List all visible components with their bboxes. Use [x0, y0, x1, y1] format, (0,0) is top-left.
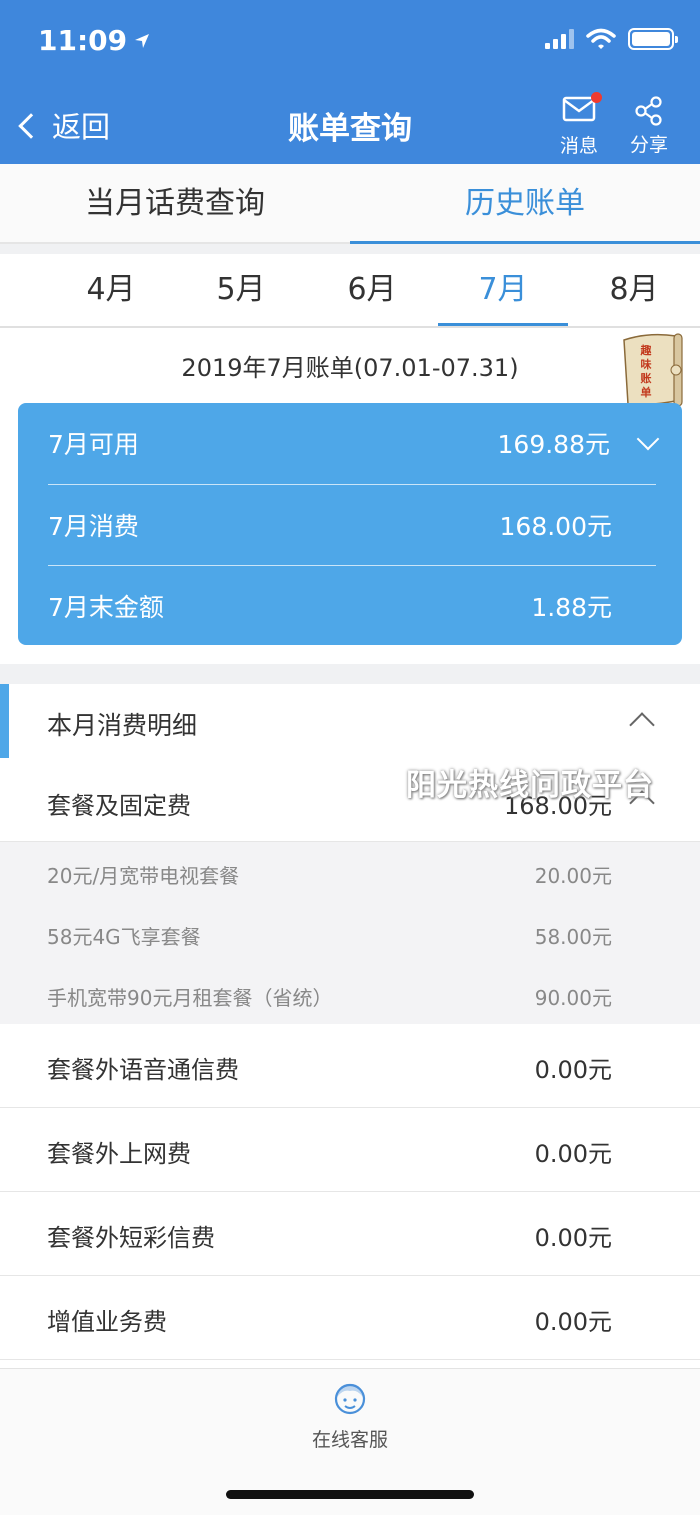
location-arrow-icon: [135, 33, 150, 48]
summary-label: 7月末金额: [48, 592, 164, 622]
tab-current-month[interactable]: 当月话费查询: [0, 164, 350, 244]
item-label: 58元4G飞享套餐: [47, 925, 201, 949]
summary-row-spent: 7月消费 168.00元: [48, 484, 656, 564]
item-value: 58.00元: [534, 925, 612, 949]
fee-row-voice[interactable]: 套餐外语音通信费 0.00元: [0, 1024, 700, 1108]
bill-summary-card: 7月可用 169.88元 7月消费 168.00元 7月末金额 1.88元: [18, 403, 682, 645]
watermark: 阳光热线问政平台: [406, 768, 654, 803]
share-icon: [635, 96, 662, 126]
package-label: 套餐及固定费: [47, 792, 191, 820]
summary-value: 169.88元: [497, 430, 610, 459]
share-label: 分享: [630, 134, 669, 156]
package-items: 20元/月宽带电视套餐 20.00元 58元4G飞享套餐 58.00元 手机宽带…: [0, 842, 700, 1024]
fee-label: 套餐外短彩信费: [47, 1224, 215, 1252]
summary-value: 1.88元: [531, 592, 612, 622]
home-indicator[interactable]: [226, 1490, 474, 1499]
tab-history-bill[interactable]: 历史账单: [350, 164, 700, 244]
sticker-text-2: 味: [641, 357, 652, 371]
message-label: 消息: [560, 135, 599, 157]
status-time: 11:09: [38, 24, 128, 57]
item-value: 20.00元: [534, 864, 612, 888]
fee-value: 0.00元: [534, 1140, 612, 1168]
item-label: 20元/月宽带电视套餐: [47, 864, 240, 888]
app-header: 11:09 返回 账单查询 消息 分享: [0, 0, 700, 164]
status-icons: [545, 28, 678, 50]
online-service-button[interactable]: 在线客服: [0, 1379, 700, 1452]
sticker-text-4: 单: [641, 385, 652, 399]
fee-value: 0.00元: [534, 1308, 612, 1336]
fee-row-sms[interactable]: 套餐外短彩信费 0.00元: [0, 1192, 700, 1276]
message-button[interactable]: 消息: [560, 92, 602, 158]
list-item: 20元/月宽带电视套餐 20.00元: [0, 842, 700, 902]
item-label: 手机宽带90元月租套餐（省统）: [47, 986, 333, 1010]
fee-row-data[interactable]: 套餐外上网费 0.00元: [0, 1108, 700, 1192]
month-tab-july[interactable]: 7月: [438, 254, 568, 326]
detail-title: 本月消费明细: [47, 711, 198, 740]
summary-label: 7月可用: [48, 430, 139, 459]
summary-row-balance: 7月末金额 1.88元: [48, 565, 656, 645]
sticker-text-3: 账: [641, 371, 652, 385]
fee-label: 增值业务费: [47, 1308, 167, 1336]
section-divider: [0, 664, 700, 684]
bill-tabs: 当月话费查询 历史账单: [0, 164, 700, 244]
month-tab-august[interactable]: 8月: [569, 254, 699, 326]
month-tab-june[interactable]: 6月: [307, 254, 437, 326]
sticker-text-1: 趣: [640, 343, 653, 357]
month-tab-may[interactable]: 5月: [176, 254, 306, 326]
status-time-group: 11:09: [38, 24, 151, 57]
fee-label: 套餐外语音通信费: [47, 1056, 239, 1084]
month-tab-april[interactable]: 4月: [46, 254, 176, 326]
chevron-down-icon: [636, 427, 660, 451]
battery-icon: [628, 28, 678, 50]
summary-label: 7月消费: [48, 511, 139, 541]
summary-value: 168.00元: [499, 511, 612, 541]
signal-icon: [545, 29, 574, 49]
list-item: 58元4G飞享套餐 58.00元: [0, 903, 700, 963]
share-button[interactable]: 分享: [630, 96, 668, 157]
fee-row-value-added[interactable]: 增值业务费 0.00元: [0, 1276, 700, 1360]
item-value: 90.00元: [534, 986, 612, 1010]
fee-value: 0.00元: [534, 1224, 612, 1252]
section-accent-bar: [0, 684, 9, 758]
bill-period: 2019年7月账单(07.01-07.31): [181, 354, 519, 382]
list-item: 手机宽带90元月租套餐（省统） 90.00元: [0, 964, 700, 1024]
section-divider: [0, 244, 700, 254]
fee-label: 套餐外上网费: [47, 1140, 191, 1168]
notification-dot: [591, 92, 602, 103]
summary-row-available[interactable]: 7月可用 169.88元: [48, 403, 660, 483]
chevron-up-icon: [629, 712, 655, 738]
detail-section-header[interactable]: 本月消费明细: [0, 684, 700, 760]
customer-service-icon: [334, 1383, 366, 1415]
online-service-label: 在线客服: [311, 1429, 388, 1451]
month-selector: 4月 5月 6月 7月 8月: [0, 254, 700, 328]
fee-value: 0.00元: [534, 1056, 612, 1084]
wifi-icon: [586, 28, 616, 49]
